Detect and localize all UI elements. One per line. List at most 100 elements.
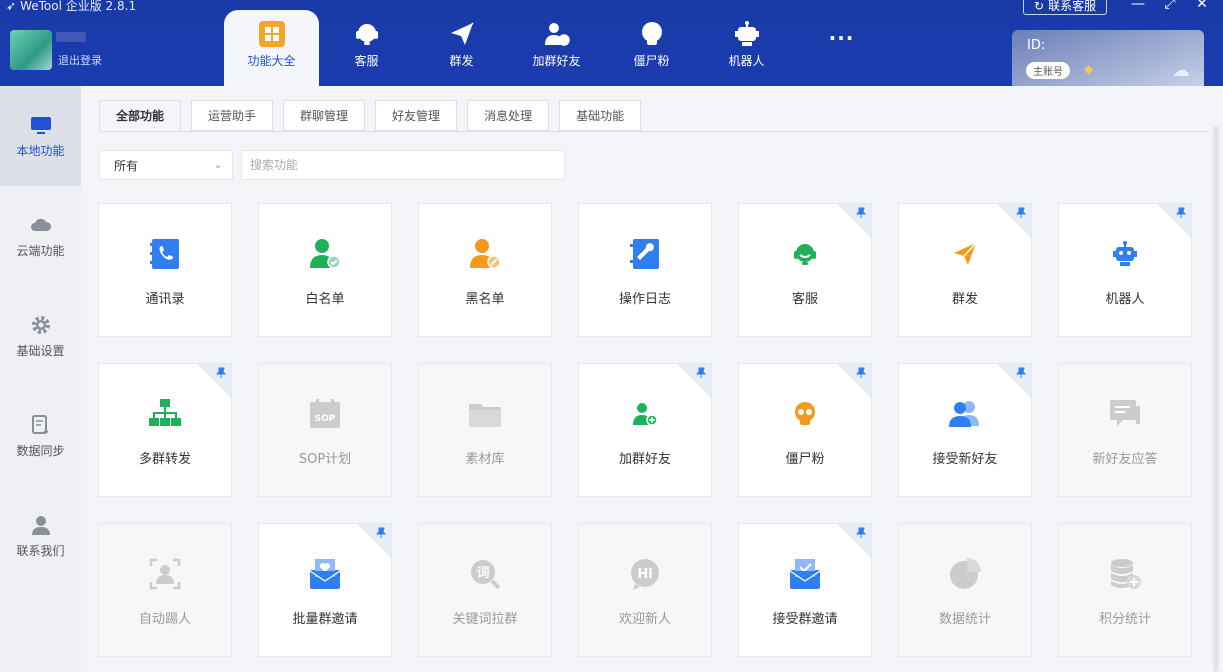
feature-card-label: 新好友应答 xyxy=(1092,451,1158,467)
svg-text:Hi: Hi xyxy=(637,567,652,582)
sidebar-item-1[interactable]: 云端功能 xyxy=(0,186,81,286)
folder-icon xyxy=(465,394,505,434)
kick-icon xyxy=(145,554,185,594)
nav-item-1[interactable]: 客服 xyxy=(319,10,414,86)
sync-doc-icon xyxy=(30,414,52,436)
tab-0[interactable]: 全部功能 xyxy=(99,100,182,131)
pin-icon[interactable] xyxy=(855,207,867,219)
chevron-down-icon: ⌄ xyxy=(213,159,222,171)
feature-card[interactable]: 新好友应答 xyxy=(1058,363,1192,497)
tab-2[interactable]: 群聊管理 xyxy=(283,100,366,131)
feature-card[interactable]: SOP SOP计划 xyxy=(258,363,392,497)
tab-5[interactable]: 基础功能 xyxy=(559,100,642,131)
nav-item-0[interactable]: 功能大全 xyxy=(224,10,319,86)
feature-card[interactable]: 僵尸粉 xyxy=(738,363,872,497)
nav-item-2[interactable]: 群发 xyxy=(414,10,509,86)
sidebar: 本地功能 云端功能 基础设置 数据同步 联系我们 xyxy=(0,86,81,672)
send-icon xyxy=(945,234,985,274)
tab-divider xyxy=(99,131,1209,132)
wetool-logo-icon: ➶ xyxy=(6,0,17,13)
logout-link[interactable]: 退出登录 xyxy=(58,52,102,68)
nav-item-3[interactable]: 加群好友 xyxy=(509,10,604,86)
feature-card-label: 关键词拉群 xyxy=(452,611,518,627)
feature-card-label: 机器人 xyxy=(1105,291,1145,307)
minimize-icon[interactable]: — xyxy=(1128,0,1148,12)
search-input[interactable] xyxy=(241,150,565,180)
mail-heart-icon xyxy=(305,554,345,594)
account-id: ID: xyxy=(1027,38,1046,53)
feature-card-label: 加群好友 xyxy=(618,451,671,467)
sidebar-item-2[interactable]: 基础设置 xyxy=(0,286,81,386)
maximize-icon[interactable]: ⤢ xyxy=(1160,0,1180,12)
send-icon xyxy=(448,20,476,48)
account-panel[interactable]: ID: 主账号 ◆ ☁ xyxy=(1012,30,1204,86)
pin-icon[interactable] xyxy=(1015,207,1027,219)
feature-card[interactable]: 数据统计 xyxy=(898,523,1032,657)
feature-card[interactable]: 通讯录 xyxy=(98,203,232,337)
feature-card-label: 黑名单 xyxy=(465,291,505,307)
scrollbar[interactable] xyxy=(1213,126,1219,672)
feature-card[interactable]: 接受新好友 xyxy=(898,363,1032,497)
nav-item-label: 机器人 xyxy=(728,54,765,68)
contact-support-button[interactable]: ↻ 联系客服 xyxy=(1023,0,1108,15)
cloud-icon[interactable]: ☁ xyxy=(1172,60,1190,81)
feature-card-label: 批量群邀请 xyxy=(292,611,358,627)
nav-item-label: 僵尸粉 xyxy=(633,54,670,68)
nav-item-6[interactable]: ··· xyxy=(794,10,889,86)
keyword-icon: 词 xyxy=(465,554,505,594)
grid-icon xyxy=(258,20,286,48)
diamond-icon: ◆ xyxy=(1084,62,1094,76)
database-icon xyxy=(1105,554,1145,594)
feature-card[interactable]: 加群好友 xyxy=(578,363,712,497)
tab-3[interactable]: 好友管理 xyxy=(375,100,458,131)
feature-card[interactable]: 操作日志 xyxy=(578,203,712,337)
feature-card-label: 积分统计 xyxy=(1098,611,1151,627)
pin-icon[interactable] xyxy=(1015,367,1027,379)
svg-text:SOP: SOP xyxy=(315,414,336,424)
sidebar-item-4[interactable]: 联系我们 xyxy=(0,486,81,586)
feature-card[interactable]: 群发 xyxy=(898,203,1032,337)
feature-card[interactable]: 积分统计 xyxy=(1058,523,1192,657)
add-user-icon xyxy=(543,20,571,48)
avatar[interactable] xyxy=(10,30,52,70)
feature-card[interactable]: 词 关键词拉群 xyxy=(418,523,552,657)
close-icon[interactable]: ✕ xyxy=(1192,0,1212,12)
app-title: ➶ WeTool 企业版 2.8.1 xyxy=(6,0,136,14)
feature-card-label: 接受新好友 xyxy=(932,451,998,467)
pin-icon[interactable] xyxy=(1175,207,1187,219)
pin-icon[interactable] xyxy=(375,527,387,539)
hi-icon: Hi xyxy=(625,554,665,594)
blacklist-icon xyxy=(465,234,505,274)
sidebar-item-0[interactable]: 本地功能 xyxy=(0,86,81,186)
feature-card[interactable]: 多群转发 xyxy=(98,363,232,497)
nav-item-5[interactable]: 机器人 xyxy=(699,10,794,86)
sop-icon: SOP xyxy=(305,394,345,434)
feature-card-label: SOP计划 xyxy=(298,451,352,467)
feature-card[interactable]: 素材库 xyxy=(418,363,552,497)
feature-card[interactable]: 机器人 xyxy=(1058,203,1192,337)
account-badge: 主账号 xyxy=(1026,62,1070,79)
feature-card[interactable]: 批量群邀请 xyxy=(258,523,392,657)
sidebar-item-label: 本地功能 xyxy=(16,143,65,158)
feature-card[interactable]: 黑名单 xyxy=(418,203,552,337)
feature-card[interactable]: 白名单 xyxy=(258,203,392,337)
feature-card[interactable]: 自动踢人 xyxy=(98,523,232,657)
feature-card[interactable]: Hi 欢迎新人 xyxy=(578,523,712,657)
category-select[interactable]: 所有 ⌄ xyxy=(99,150,233,180)
org-chart-icon xyxy=(145,394,185,434)
sidebar-item-3[interactable]: 数据同步 xyxy=(0,386,81,486)
feature-card-label: 僵尸粉 xyxy=(785,451,825,467)
nav-item-4[interactable]: 僵尸粉 xyxy=(604,10,699,86)
account-name-masked xyxy=(56,32,86,42)
feature-card[interactable]: 客服 xyxy=(738,203,872,337)
feature-card[interactable]: 接受群邀请 xyxy=(738,523,872,657)
tab-1[interactable]: 运营助手 xyxy=(191,100,274,131)
gear-icon xyxy=(30,314,52,336)
tab-4[interactable]: 消息处理 xyxy=(467,100,550,131)
sidebar-item-label: 数据同步 xyxy=(16,443,65,458)
pin-icon[interactable] xyxy=(855,367,867,379)
feature-card-label: 素材库 xyxy=(465,451,505,467)
pin-icon[interactable] xyxy=(855,527,867,539)
pin-icon[interactable] xyxy=(215,367,227,379)
pin-icon[interactable] xyxy=(695,367,707,379)
